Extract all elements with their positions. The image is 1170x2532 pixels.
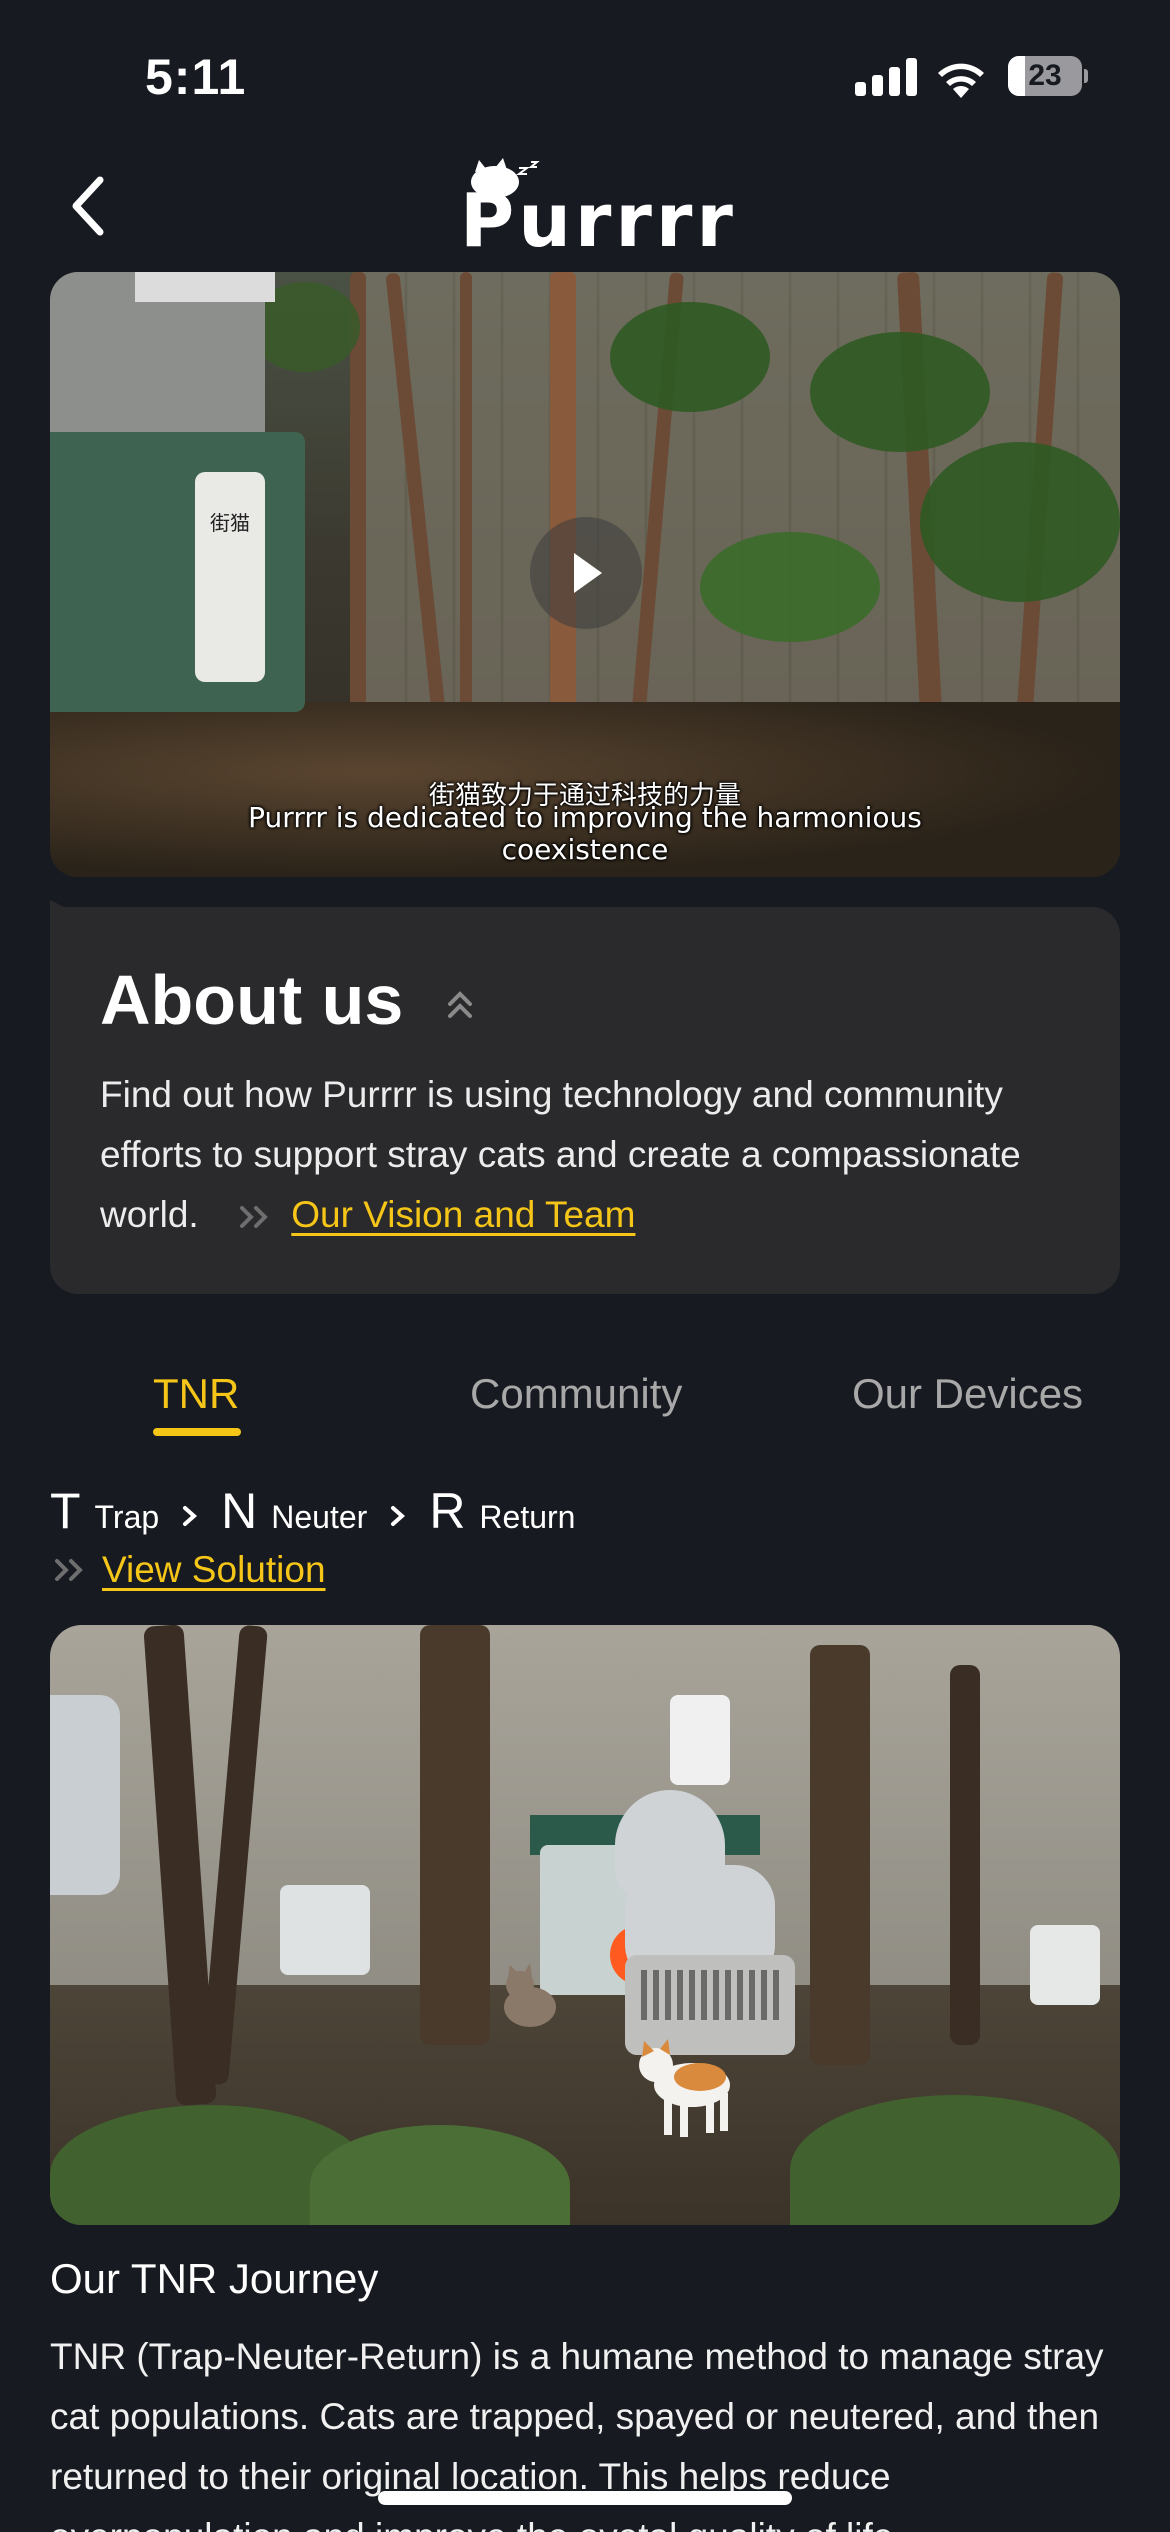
tab-active-indicator: [153, 1428, 241, 1436]
logo-text: Purrrr: [460, 178, 737, 264]
step-word-neuter: Neuter: [271, 1499, 368, 1535]
wifi-icon: [938, 63, 984, 98]
step-letter-t: T: [50, 1483, 81, 1539]
about-title: About us: [100, 961, 404, 1039]
view-solution-link[interactable]: View Solution: [102, 1549, 326, 1591]
step-letter-n: N: [221, 1483, 258, 1539]
tnr-photo: [50, 1625, 1120, 2225]
tab-community[interactable]: Community: [470, 1370, 682, 1418]
collapse-chevron-icon[interactable]: [446, 986, 474, 1022]
step-chevron-icon: [183, 1506, 198, 1526]
home-indicator[interactable]: [378, 2491, 792, 2505]
play-icon: [574, 553, 602, 593]
signal-icon: [855, 58, 917, 96]
step-word-return: Return: [479, 1499, 576, 1535]
double-chevron-icon: [239, 1206, 268, 1229]
vision-team-link[interactable]: Our Vision and Team: [291, 1194, 635, 1235]
tab-tnr[interactable]: TNR: [153, 1370, 239, 1418]
step-chevron-icon: [391, 1506, 406, 1526]
video-subtitle-en: Purrrr is dedicated to improving the har…: [248, 801, 922, 866]
tnr-steps: T Trap N Neuter R Return: [50, 1482, 575, 1542]
cat-figure: [504, 1963, 556, 2027]
intro-video[interactable]: 街猫 街猫致力于通过科技的力量 Purrrr is dedicated to i…: [50, 272, 1120, 877]
step-word-trap: Trap: [94, 1499, 160, 1535]
back-button[interactable]: [60, 170, 116, 242]
status-time: 5:11: [145, 49, 247, 105]
view-solution-row[interactable]: View Solution: [50, 1545, 326, 1595]
screen: 5:11 23 Purrrr 街猫 街猫致力于通过科技的力量 Purrrr is…: [0, 0, 1170, 2532]
journey-title: Our TNR Journey: [50, 2255, 379, 2302]
about-description-block: Find out how Purrrr is using technology …: [100, 1065, 1090, 1245]
play-button[interactable]: [530, 517, 642, 629]
step-letter-r: R: [429, 1483, 466, 1539]
device-label: 街猫: [210, 511, 250, 535]
app-logo: Purrrr: [455, 150, 733, 264]
back-chevron-icon: [72, 176, 104, 236]
status-bar: 5:11 23: [0, 0, 1170, 140]
battery-level: 23: [1028, 59, 1062, 92]
tab-our-devices[interactable]: Our Devices: [852, 1370, 1083, 1418]
battery-icon: 23: [1008, 56, 1088, 96]
double-chevron-icon: [55, 1559, 83, 1581]
cat-figure: [639, 2039, 730, 2137]
